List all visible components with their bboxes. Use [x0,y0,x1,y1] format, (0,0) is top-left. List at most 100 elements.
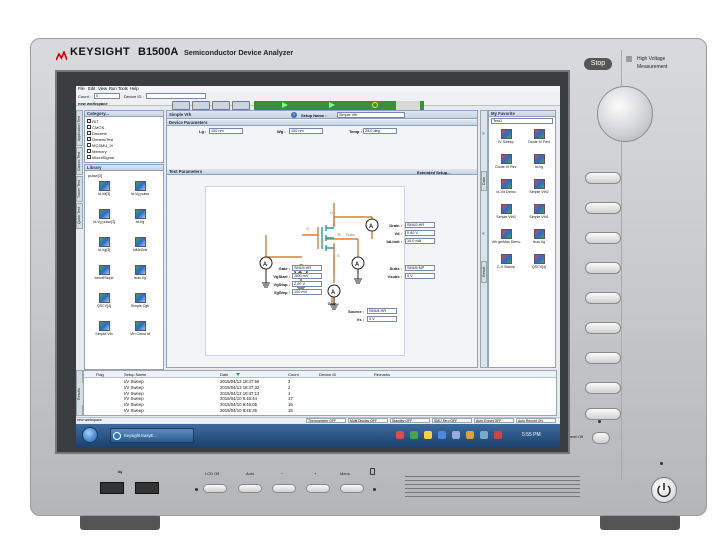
tab-quick-test[interactable]: Quick Test [76,203,83,229]
category-item[interactable]: GenericTest [87,137,113,142]
favorite-item[interactable]: Simple Vth3 [490,202,522,226]
col-setup-name[interactable]: Setup Name [124,372,146,377]
source-select[interactable]: SMU4:HR [367,308,397,314]
extended-setup-button[interactable]: Extended Setup... [417,170,451,175]
category-item[interactable]: CMOS [87,125,104,130]
status-indicator[interactable]: Auto Export OFF [474,418,514,423]
status-indicator[interactable]: Standby OFF [390,418,430,423]
plus-button[interactable] [306,484,330,493]
table-row[interactable]: I/V Sweep 2015/04/13 18:47:56 3 [84,379,556,385]
device-id-input[interactable] [146,93,206,99]
side-softkey-7[interactable] [585,352,621,364]
favorite-item[interactable]: IV Sweep [490,127,522,151]
library-item[interactable]: IonIoffSlope [87,263,121,289]
side-softkey-3[interactable] [585,232,621,244]
setup-name-input[interactable]: Simple Vth [337,112,405,118]
library-item[interactable]: Id-Vd[3] [87,179,121,205]
vgstart-input[interactable]: -500 mV [292,273,322,279]
temp-input[interactable]: 25.0 deg [363,128,397,134]
category-item[interactable]: Discrete [87,131,107,136]
tray-icon[interactable] [480,431,488,439]
table-row[interactable]: I/V Sweep 2015/04/13 18:47:32 2 [84,385,556,391]
tab-tracer-test[interactable]: Tracer Test [76,176,83,202]
tray-icon[interactable] [466,431,474,439]
repeat-run-icon[interactable] [329,102,335,108]
category-header[interactable]: Category... [85,111,163,117]
tray-icon[interactable] [396,431,404,439]
col-flag[interactable]: Flag [96,372,104,377]
table-row[interactable]: I/V Sweep 2015/04/10 9:46:44 17 [84,396,556,402]
status-indicator[interactable]: Multi Display OFF [348,418,388,423]
toolbar-button-3[interactable] [212,101,230,110]
favorite-collapse-bar[interactable]: » Data « Result [480,110,488,368]
tab-classic-test[interactable]: Classic Test [76,147,83,175]
favorite-item[interactable]: Diode IV Rev [490,152,522,176]
info-icon[interactable]: ? [291,112,297,118]
power-button[interactable] [651,477,677,503]
library-item[interactable]: Id-Vg pulse [123,179,157,205]
side-softkey-6[interactable] [585,322,621,334]
library-item[interactable]: QSCV[4] [87,291,121,317]
stop-run-button[interactable] [396,101,420,110]
side-softkey-1[interactable] [585,172,621,184]
side-softkey-4[interactable] [585,262,621,274]
taskbar-app-button[interactable]: Keysight EasyE... [110,428,194,443]
vd-input[interactable]: 0.60 V [405,230,435,236]
category-checkbox[interactable] [87,155,91,159]
vgstop-input[interactable]: 2.00 V [292,281,322,287]
favorite-item[interactable]: Id-Vd Demo [490,177,522,201]
side-softkey-9[interactable] [585,408,621,420]
favorite-item[interactable]: Diode IV Fwd [523,127,555,151]
col-remarks[interactable]: Remarks [374,372,390,377]
category-item[interactable]: MixedSignal [87,155,114,160]
library-item[interactable]: Isub-Vg [123,263,157,289]
library-item[interactable]: Vth Const Id [123,319,157,345]
rotary-knob[interactable] [597,86,653,142]
vgstep-input[interactable]: 100 mV [292,289,322,295]
category-checkbox[interactable] [87,149,91,153]
menu-button[interactable] [340,484,364,493]
favorite-item[interactable]: Simple Vth2 [523,177,555,201]
tray-icon[interactable] [438,431,446,439]
category-checkbox[interactable] [87,137,91,141]
tab-data[interactable]: Data [481,171,487,191]
collapse-icon[interactable]: « [482,231,485,237]
side-softkey-2[interactable] [585,202,621,214]
tab-result[interactable]: Result [481,261,487,283]
toolbar-button-2[interactable] [192,101,210,110]
library-item[interactable]: Id-Vg pulse[3] [87,207,121,233]
touch-panel-button[interactable] [592,432,610,444]
table-row[interactable]: I/V Sweep 2015/04/10 9:46:05 16 [84,402,556,408]
library-item[interactable]: Id-Vg[3] [87,235,121,261]
tab-application-test[interactable]: Application Test [76,110,83,146]
single-run-icon[interactable] [282,102,288,108]
vs-input[interactable]: 0 V [367,316,397,322]
lcd-off-button[interactable] [203,484,227,493]
drain-select[interactable]: SMU2:HR [405,222,435,228]
category-checkbox[interactable] [87,119,91,123]
toolbar-button-4[interactable] [232,101,250,110]
category-checkbox[interactable] [87,125,91,129]
toolbar-button-1[interactable] [172,101,190,110]
wg-input[interactable]: 100 nm [289,128,323,134]
side-softkey-8[interactable] [585,382,621,394]
count-input[interactable]: 0 [94,93,120,99]
favorite-item[interactable]: QSCV[4] [523,252,555,276]
table-row[interactable]: I/V Sweep 2015/04/10 9:45:35 15 [84,408,556,414]
col-date[interactable]: Date [220,372,228,377]
col-device-id[interactable]: Device ID [319,372,336,377]
category-item[interactable]: RIT [87,119,99,124]
favorite-item[interactable]: Vth gmMax Demo [490,227,522,251]
table-row[interactable]: I/V Sweep 2015/04/13 18:47:13 1 [84,391,556,397]
append-run-icon[interactable] [372,102,378,108]
library-item[interactable]: Id-Vg [123,207,157,233]
favorite-item[interactable]: Id-Vg [523,152,555,176]
library-item-pulse3[interactable]: pulse[3] [88,173,102,178]
tray-icon[interactable] [452,431,460,439]
tray-icon[interactable] [410,431,418,439]
tray-icon[interactable] [494,431,502,439]
start-button[interactable] [82,427,98,443]
category-item[interactable]: Memory [87,149,107,154]
favorite-item[interactable]: Simple Vth1 [523,202,555,226]
minus-button[interactable] [272,484,296,493]
